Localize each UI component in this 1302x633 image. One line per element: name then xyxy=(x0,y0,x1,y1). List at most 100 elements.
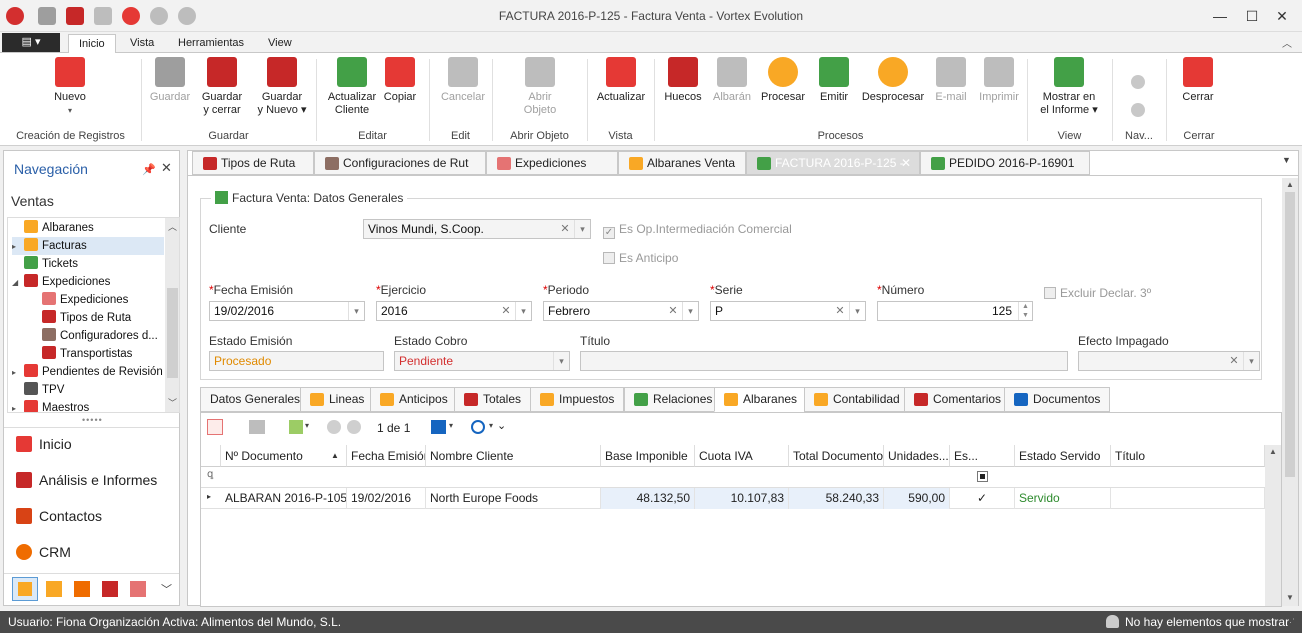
ribbon-cerrar-button[interactable]: Cerrar xyxy=(1176,57,1220,125)
tab-view[interactable]: View xyxy=(258,34,302,54)
maximize-button[interactable]: ☐ xyxy=(1238,6,1266,26)
ejercicio-field[interactable]: 2016 ✕ ▾ xyxy=(376,301,532,321)
column-header[interactable]: Es... xyxy=(950,445,1015,467)
next-page-icon[interactable] xyxy=(347,420,361,434)
nav-up-icon[interactable] xyxy=(1131,75,1145,89)
ribbon-emitir-button[interactable]: Emitir xyxy=(812,57,856,125)
ribbon-mostrar-informe-button[interactable]: Mostrar en el Informe ▾ xyxy=(1036,57,1102,125)
clear-icon[interactable]: ✕ xyxy=(558,220,572,238)
clear-icon[interactable]: ✕ xyxy=(666,302,680,320)
delete-row-icon[interactable] xyxy=(207,419,223,435)
table-cell[interactable]: ✓ xyxy=(950,488,1015,509)
save-layout-icon[interactable] xyxy=(431,420,446,434)
shortcut-compras-icon[interactable] xyxy=(46,581,62,597)
nav-tree-item[interactable]: ◢ Expediciones xyxy=(12,273,110,291)
tab-inicio[interactable]: Inicio xyxy=(68,34,116,54)
ribbon-guardar-button[interactable]: Guardar xyxy=(146,57,194,125)
pin-icon[interactable]: 📌 xyxy=(142,163,156,176)
anticipo-checkbox[interactable]: Es Anticipo xyxy=(603,251,678,265)
ribbon-desprocesar-button[interactable]: Desprocesar xyxy=(858,57,928,125)
chevron-down-icon[interactable]: ▾ xyxy=(682,302,698,320)
cliente-field[interactable]: Vinos Mundi, S.Coop. ✕ ▾ xyxy=(363,219,591,239)
sub-tab[interactable]: Documentos xyxy=(1004,387,1111,412)
tree-scrollbar[interactable]: ︿ ﹀ xyxy=(165,218,179,412)
nav-tree-item[interactable]: TPV xyxy=(12,381,64,399)
sub-tab[interactable]: Albaranes xyxy=(714,387,808,412)
filter-row[interactable]: ꝗ xyxy=(201,467,1265,488)
document-tab[interactable]: Configuraciones de Rut xyxy=(314,151,486,175)
nav-tree-item[interactable]: Albaranes xyxy=(12,219,94,237)
nav-inicio[interactable]: Inicio xyxy=(16,433,72,455)
document-tab[interactable]: Expediciones xyxy=(486,151,618,175)
nav-tree-item[interactable]: ▸ Facturas xyxy=(12,237,164,255)
nav-analisis[interactable]: Análisis e Informes xyxy=(16,469,157,491)
grid-scrollbar[interactable]: ▲ xyxy=(1265,445,1281,606)
sub-tab[interactable]: Anticipos xyxy=(370,387,458,412)
sub-tab[interactable]: Relaciones xyxy=(624,387,723,412)
titulo-field[interactable] xyxy=(580,351,1068,371)
bell-icon[interactable] xyxy=(1106,615,1119,628)
clear-icon[interactable]: ✕ xyxy=(1227,352,1241,370)
shortcut-tesoreria-icon[interactable] xyxy=(130,581,146,597)
close-nav-icon[interactable]: ✕ xyxy=(161,160,172,176)
minimize-button[interactable]: — xyxy=(1206,6,1234,26)
periodo-field[interactable]: Febrero ✕ ▾ xyxy=(543,301,699,321)
chevron-down-icon[interactable]: ▾ xyxy=(574,220,590,238)
nav-down-icon[interactable] xyxy=(1131,103,1145,117)
column-header[interactable]: Estado Servido xyxy=(1015,445,1111,467)
ribbon-email-button[interactable]: E-mail xyxy=(932,57,970,125)
chevron-down-icon[interactable]: ▾ xyxy=(1243,352,1259,370)
excluir-checkbox[interactable]: Excluir Declar. 3º xyxy=(1044,286,1151,300)
sub-tab[interactable]: Lineas xyxy=(300,387,375,412)
estado-cobro-field[interactable]: Pendiente ▾ xyxy=(394,351,570,371)
nav-crm[interactable]: CRM xyxy=(16,541,71,563)
column-header[interactable]: Cuota IVA xyxy=(695,445,789,467)
column-header[interactable]: Fecha Emisión xyxy=(347,445,426,467)
ribbon-huecos-button[interactable]: Huecos xyxy=(661,57,705,125)
numero-field[interactable]: 125 ▲ ▼ xyxy=(877,301,1033,321)
sub-tab[interactable]: Datos Generales xyxy=(200,387,311,412)
form-scrollbar[interactable]: ▲ ▼ xyxy=(1282,178,1298,606)
chevron-down-icon[interactable]: ▾ xyxy=(849,302,865,320)
column-header[interactable]: Nº Documento ▲ xyxy=(221,445,347,467)
ribbon-nuevo-button[interactable]: Nuevo ▾ xyxy=(52,57,88,125)
chevron-down-icon[interactable]: ▾ xyxy=(515,302,531,320)
document-tab[interactable]: Tipos de Ruta xyxy=(192,151,314,175)
search-icon[interactable] xyxy=(471,420,485,434)
op-intermediacion-checkbox[interactable]: ✓ Es Op.Intermediación Comercial xyxy=(603,222,792,239)
column-header[interactable]: Unidades... xyxy=(884,445,950,467)
close-tab-icon[interactable]: ✕ xyxy=(901,152,911,174)
ribbon-actualizar-cliente-button[interactable]: Actualizar Cliente xyxy=(324,57,380,125)
sub-tab[interactable]: Impuestos xyxy=(530,387,625,412)
shortcut-ventas[interactable] xyxy=(12,577,38,601)
ribbon-guardar-nuevo-button[interactable]: Guardar y Nuevo ▾ xyxy=(254,57,310,125)
shortcut-almacen-icon[interactable] xyxy=(74,581,90,597)
nav-contactos[interactable]: Contactos xyxy=(16,505,102,527)
filter-checkbox[interactable] xyxy=(977,471,988,482)
splitter-dots[interactable]: ••••• xyxy=(82,415,103,425)
clear-icon[interactable]: ✕ xyxy=(833,302,847,320)
ribbon-actualizar-button[interactable]: Actualizar xyxy=(593,57,649,125)
column-header[interactable]: Nombre Cliente xyxy=(426,445,601,467)
nav-tree-item[interactable]: Transportistas xyxy=(30,345,132,363)
tree-expander-icon[interactable]: ▸ xyxy=(12,238,24,256)
tab-vista[interactable]: Vista xyxy=(120,34,164,54)
ribbon-cancelar-button[interactable]: Cancelar xyxy=(438,57,488,125)
spin-buttons[interactable]: ▲ ▼ xyxy=(1018,302,1032,320)
column-header[interactable]: Total Documento xyxy=(789,445,884,467)
nav-tree-item[interactable]: Tickets xyxy=(12,255,78,273)
clear-icon[interactable]: ✕ xyxy=(499,302,513,320)
column-header[interactable]: Base Imponible xyxy=(601,445,695,467)
tab-herramientas[interactable]: Herramientas xyxy=(168,34,254,54)
document-tab[interactable]: Albaranes Venta xyxy=(618,151,746,175)
nav-tree-item[interactable]: ▸ Maestros xyxy=(12,399,89,412)
tree-expander-icon[interactable]: ▸ xyxy=(12,364,24,382)
ribbon-guardar-cerrar-button[interactable]: Guardar y cerrar xyxy=(198,57,246,125)
copy-row-icon[interactable] xyxy=(249,420,265,434)
nav-tree-item[interactable]: Expediciones xyxy=(30,291,128,309)
nav-tree-item[interactable]: Tipos de Ruta xyxy=(30,309,131,327)
ribbon-imprimir-button[interactable]: Imprimir xyxy=(976,57,1022,125)
chevron-down-icon[interactable]: ▾ xyxy=(449,421,453,430)
more-options-icon[interactable]: ⌄ xyxy=(497,419,506,432)
sub-tab[interactable]: Totales xyxy=(454,387,532,412)
